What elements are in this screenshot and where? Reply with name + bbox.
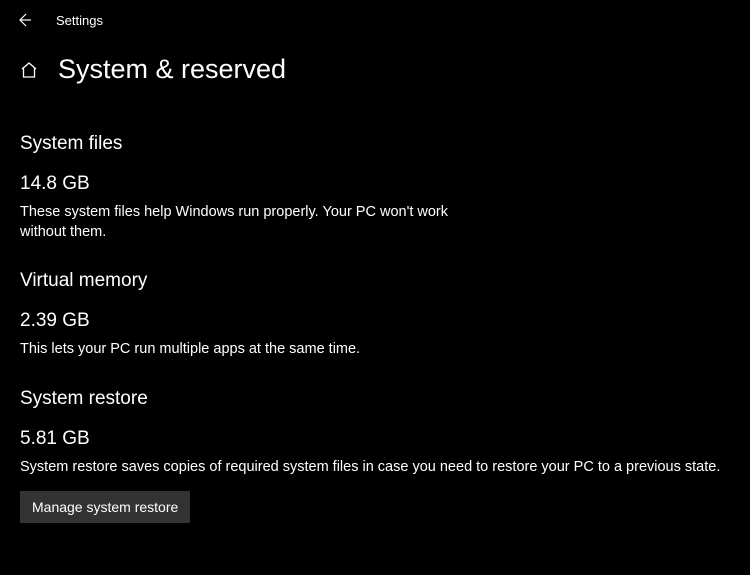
system-restore-size: 5.81 GB [20, 428, 730, 450]
system-files-size: 14.8 GB [20, 173, 730, 195]
virtual-memory-desc: This lets your PC run multiple apps at t… [20, 340, 730, 360]
system-files-desc: These system files help Windows run prop… [20, 203, 460, 242]
back-arrow-icon[interactable] [16, 12, 32, 28]
system-restore-desc: System restore saves copies of required … [20, 458, 730, 478]
content-area: System files 14.8 GB These system files … [0, 95, 750, 523]
section-system-files: System files 14.8 GB These system files … [20, 133, 730, 242]
section-heading-virtual-memory: Virtual memory [20, 270, 730, 292]
section-system-restore: System restore 5.81 GB System restore sa… [20, 388, 730, 524]
page-title-row: System & reserved [0, 36, 750, 95]
header-bar: Settings [0, 0, 750, 36]
section-virtual-memory: Virtual memory 2.39 GB This lets your PC… [20, 270, 730, 360]
home-icon[interactable] [20, 61, 38, 79]
page-title: System & reserved [58, 54, 286, 85]
virtual-memory-size: 2.39 GB [20, 310, 730, 332]
manage-system-restore-button[interactable]: Manage system restore [20, 491, 190, 523]
section-heading-system-files: System files [20, 133, 730, 155]
header-title: Settings [56, 13, 103, 28]
section-heading-system-restore: System restore [20, 388, 730, 410]
